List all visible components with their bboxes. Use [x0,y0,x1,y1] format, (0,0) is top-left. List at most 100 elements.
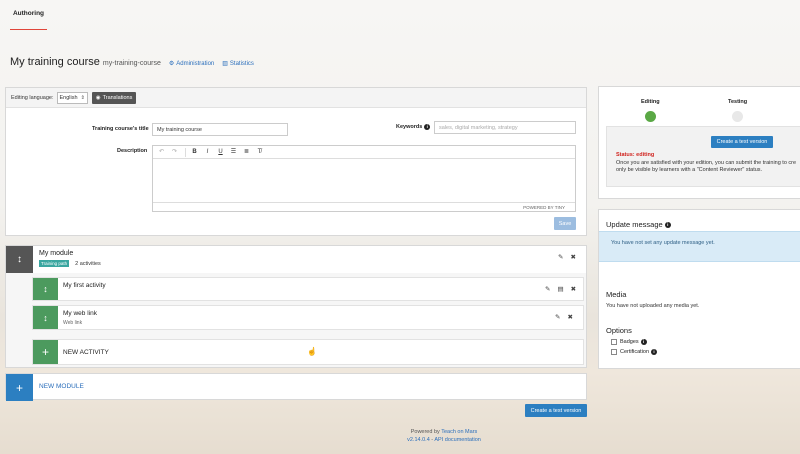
description-field-label: Description [117,148,148,154]
language-select[interactable]: English ⇕ [56,91,88,104]
activity-type: Web link [63,320,83,326]
close-icon[interactable]: ✖ [570,253,575,261]
new-activity-label: NEW ACTIVITY [63,349,109,356]
course-editor-panel: Editing language: English ⇕ ◉ Translatio… [5,87,587,236]
title-field-label: Training course's title [92,126,149,132]
module-actions: ✎ ✖ [558,253,576,261]
badges-label: Badges [620,339,639,345]
top-navigation: Authoring [0,0,800,30]
editing-state-dot [645,111,656,122]
italic-icon[interactable]: I [202,147,213,157]
info-icon[interactable]: i [664,221,671,228]
module-meta: Training path 2 activities [39,260,101,267]
api-documentation-link[interactable]: API documentation [434,437,480,443]
bar-chart-icon: ▥ [222,61,228,67]
activity-title: My first activity [63,282,106,289]
statistics-link[interactable]: ▥ Statistics [222,60,254,68]
status-badge: Training path [39,260,70,267]
testing-state-label: Testing [728,99,748,105]
certification-label: Certification [620,349,650,355]
side-panel: Update message i You have not set any up… [598,209,800,369]
footer-separator: - [431,437,434,443]
module-title: My module [39,250,74,257]
status-panel: Editing Testing Create a test version St… [598,86,800,199]
drag-handle-icon[interactable]: ↕ [33,278,58,300]
media-text: You have not uploaded any media yet. [606,303,700,309]
status-line-1: Once you are satisfied with your edition… [616,159,797,166]
keywords-label-text: Keywords [396,124,423,130]
close-icon[interactable]: ✖ [571,285,576,293]
option-certification[interactable]: Certification i [611,349,658,355]
statistics-link-label: Statistics [229,60,254,67]
option-badges[interactable]: Badges i [611,339,647,345]
new-module-label: NEW MODULE [39,383,84,390]
activities-list: ↕ My first activity ✎ ▤ ✖ ↕ My web link … [6,273,586,367]
gear-icon: ⚙ [168,61,175,67]
status-message-box: Create a test version Status: editing On… [606,126,800,187]
translations-button-label: Translations [102,94,133,101]
update-message-alert: You have not set any update message yet. [599,231,800,262]
pencil-icon[interactable]: ✎ [555,313,560,321]
editor-toolbar: ↶ ↷ B I U ☰ ≣ T̸ [153,146,575,159]
title-input[interactable]: My training course [152,123,288,136]
language-bar: Editing language: English ⇕ ◉ Translatio… [6,88,586,108]
info-icon[interactable]: i [651,349,658,355]
certification-checkbox[interactable] [611,349,617,355]
description-editor[interactable]: ↶ ↷ B I U ☰ ≣ T̸ POWERED BY TINY [152,145,576,212]
media-heading: Media [606,290,627,299]
pencil-icon[interactable]: ✎ [545,285,550,293]
activity-actions: ✎ ▤ ✖ [545,285,576,293]
page-title: My training course [10,56,100,68]
editing-language-label: Editing language: [11,94,54,101]
drag-handle-icon[interactable]: ↕ [33,306,58,329]
redo-icon[interactable]: ↷ [169,147,180,157]
editing-state-label: Editing [641,99,660,105]
badges-checkbox[interactable] [611,339,617,345]
footer-version-row: v2.14.0.4 - API documentation [380,436,508,444]
create-test-version-button-top[interactable]: Create a test version [711,136,773,148]
status-line-2: only be visible by learners with a "Cont… [616,167,763,173]
activity-actions: ✎ ✖ [555,313,573,321]
numbered-list-icon[interactable]: ≣ [241,147,252,157]
document-icon[interactable]: ▤ [557,285,563,293]
footer-powered-by: Powered by [410,429,440,435]
bold-icon[interactable]: B [189,147,200,157]
clear-format-icon[interactable]: T̸ [254,147,265,157]
keywords-input[interactable]: sales, digital marketing, strategy [434,121,576,134]
status-message: Status: editing Once you are satisfied w… [616,152,796,175]
administration-link[interactable]: ⚙ Administration [168,60,215,68]
drag-handle-icon[interactable]: ↕ [6,246,33,273]
list-item[interactable]: ↕ My first activity ✎ ▤ ✖ [32,277,584,301]
list-item[interactable]: ↕ My web link Web link ✎ ✖ [32,305,584,330]
teach-on-mars-link[interactable]: Teach on Mars [441,429,477,435]
undo-icon[interactable]: ↶ [156,147,167,157]
activities-count: 2 activities [75,260,101,267]
keywords-field-label: Keywords i [396,124,431,130]
course-slug: my-training-course [102,60,161,67]
updown-arrows-icon: ⇕ [80,94,85,101]
close-icon[interactable]: ✖ [567,313,572,321]
footer: Powered by Teach on Mars v2.14.0.4 - API… [380,428,508,444]
options-heading: Options [606,326,632,335]
underline-icon[interactable]: U [215,147,226,157]
plus-icon: + [6,374,33,401]
testing-state-dot [732,111,743,122]
info-icon[interactable]: i [424,124,431,130]
pencil-icon[interactable]: ✎ [558,253,563,261]
update-message-heading-text: Update message [606,220,663,229]
new-module-button[interactable]: + NEW MODULE [5,373,587,401]
bullet-list-icon[interactable]: ☰ [228,147,239,157]
language-select-value: English [59,94,78,101]
translations-button[interactable]: ◉ Translations [91,91,137,104]
info-icon[interactable]: i [640,339,647,345]
editor-statusbar: POWERED BY TINY [153,202,575,211]
save-button[interactable]: Save [554,217,576,230]
administration-link-label: Administration [176,60,215,67]
create-test-version-button[interactable]: Create a test version [525,404,587,417]
status-title: Status: editing [616,152,655,158]
version-link[interactable]: v2.14.0.4 [407,437,430,443]
globe-icon: ◉ [95,94,101,101]
course-header: My training course my-training-course ⚙ … [10,56,254,68]
activity-title: My web link [63,310,97,317]
tab-authoring[interactable]: Authoring [10,10,47,30]
